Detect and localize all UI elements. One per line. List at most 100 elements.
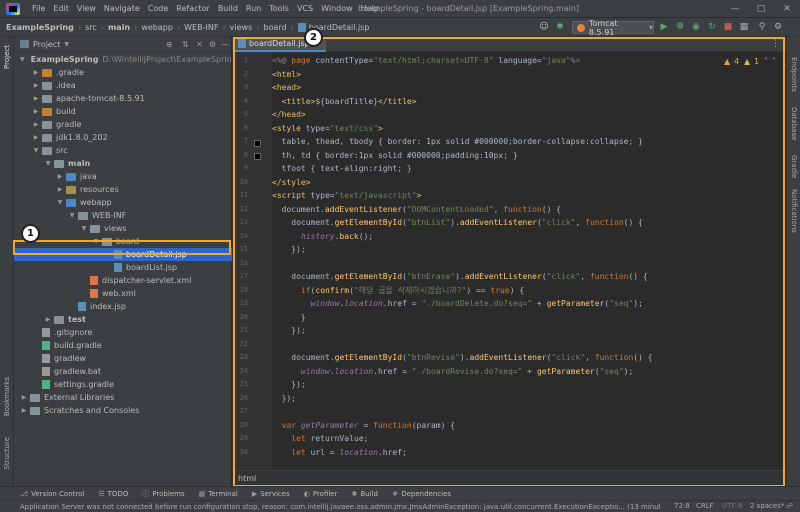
line-separator[interactable]: CRLF bbox=[696, 500, 714, 512]
breadcrumb-web-inf[interactable]: WEB-INF bbox=[184, 23, 218, 32]
chevron-down-icon[interactable]: ▼ bbox=[92, 238, 100, 245]
caret-position[interactable]: 72:8 bbox=[674, 500, 690, 512]
close-icon[interactable]: ✕ bbox=[774, 0, 800, 18]
tree-item[interactable]: index.jsp bbox=[14, 300, 232, 313]
profile-icon[interactable]: ↻ bbox=[706, 21, 718, 33]
tree-item[interactable]: gradlew.bat bbox=[14, 365, 232, 378]
project-structure-icon[interactable]: ▦ bbox=[738, 21, 750, 33]
code-line[interactable]: let url = location.href; bbox=[272, 446, 772, 459]
build-button[interactable]: ✱ Build bbox=[352, 490, 378, 498]
chevron-down-icon[interactable]: ▼ bbox=[80, 225, 88, 232]
project-tool-tab[interactable]: Project bbox=[3, 45, 11, 69]
chevron-right-icon[interactable]: ▶ bbox=[32, 134, 40, 141]
tree-item[interactable]: ▶ External Libraries bbox=[14, 391, 232, 404]
chevron-down-icon[interactable]: ▼ bbox=[32, 147, 40, 154]
chevron-down-icon[interactable]: ▼ bbox=[68, 212, 76, 219]
code-line[interactable]: th, td { border:1px solid #000000;paddin… bbox=[272, 149, 772, 162]
footer-crumb-html[interactable]: html bbox=[238, 474, 256, 483]
coverage-icon[interactable]: ◉ bbox=[690, 21, 702, 33]
problems-button[interactable]: ⓘ Problems bbox=[142, 489, 184, 499]
collapse-all-icon[interactable]: ✕ bbox=[196, 40, 203, 49]
tree-item[interactable]: ▶ gradle bbox=[14, 118, 232, 131]
menu-tools[interactable]: Tools bbox=[265, 4, 293, 13]
code-line[interactable]: window.location.href = "./boardRevise.do… bbox=[272, 365, 772, 378]
code-line[interactable]: <script type="text/javascript"> bbox=[272, 189, 772, 202]
code-line[interactable]: table, thead, tbody { border: 1px solid … bbox=[272, 135, 772, 148]
stop-icon[interactable]: ■ bbox=[722, 21, 734, 33]
menu-window[interactable]: Window bbox=[317, 4, 357, 13]
chevron-right-icon[interactable]: ▶ bbox=[56, 173, 64, 180]
run-icon[interactable]: ▶ bbox=[658, 21, 670, 33]
menu-vcs[interactable]: VCS bbox=[293, 4, 317, 13]
chevron-down-icon[interactable]: ▼ bbox=[20, 56, 25, 63]
tree-item[interactable]: settings.gradle bbox=[14, 378, 232, 391]
menu-build[interactable]: Build bbox=[214, 4, 242, 13]
code-line[interactable]: }); bbox=[272, 324, 772, 337]
tree-item[interactable]: ▶ java bbox=[14, 170, 232, 183]
tree-item[interactable]: ▼ src bbox=[14, 144, 232, 157]
user-icon[interactable]: ☺ bbox=[538, 21, 550, 33]
tree-item[interactable]: .gitignore bbox=[14, 326, 232, 339]
file-encoding[interactable]: UTF-8 bbox=[722, 500, 742, 512]
code-line[interactable]: if(confirm("해당 글을 삭제하시겠습니까?") == true) { bbox=[272, 284, 772, 297]
breadcrumb-views[interactable]: views bbox=[230, 23, 253, 32]
tree-item[interactable]: ▼ board bbox=[14, 235, 232, 248]
code-line[interactable]: }); bbox=[272, 392, 772, 405]
tree-item[interactable]: ▶ jdk1.8.0_202 bbox=[14, 131, 232, 144]
profiler-button[interactable]: ◐ Profiler bbox=[304, 490, 338, 498]
menu-navigate[interactable]: Navigate bbox=[100, 4, 144, 13]
gear-icon[interactable]: ⚙ bbox=[209, 40, 216, 49]
code-line[interactable]: <html> bbox=[272, 68, 772, 81]
services-button[interactable]: ▶ Services bbox=[252, 490, 290, 498]
code-line[interactable]: <title>${boardTitle}</title> bbox=[272, 95, 772, 108]
locate-icon[interactable]: ⊕ bbox=[166, 40, 173, 49]
database-tool-tab[interactable]: Database bbox=[790, 107, 798, 140]
chevron-up-icon[interactable]: ˄ bbox=[764, 57, 768, 66]
indent-setting[interactable]: 2 spaces* bbox=[750, 500, 784, 512]
lock-icon[interactable]: ☍ bbox=[786, 500, 793, 512]
breadcrumb-src[interactable]: src bbox=[85, 23, 97, 32]
chevron-right-icon[interactable]: ▶ bbox=[32, 121, 40, 128]
tree-item[interactable]: ▶ test bbox=[14, 313, 232, 326]
breadcrumb-board[interactable]: board bbox=[263, 23, 286, 32]
search-everywhere-icon[interactable]: ⚲ bbox=[756, 21, 768, 33]
expand-all-icon[interactable]: ⇅ bbox=[182, 40, 189, 49]
gradle-tool-tab[interactable]: Gradle bbox=[790, 155, 798, 178]
tree-item[interactable]: web.xml bbox=[14, 287, 232, 300]
tree-item[interactable]: ▼ ExampleSpring D:\WintelliJProject\Exampl… bbox=[14, 53, 237, 66]
notifications-tool-tab[interactable]: Notifications bbox=[790, 189, 798, 233]
breadcrumb-main[interactable]: main bbox=[108, 23, 130, 32]
chevron-right-icon[interactable]: ▶ bbox=[20, 407, 28, 414]
dependencies-button[interactable]: ❖ Dependencies bbox=[392, 490, 451, 498]
chevron-right-icon[interactable]: ▶ bbox=[32, 108, 40, 115]
hide-icon[interactable]: — bbox=[221, 40, 229, 49]
chevron-right-icon[interactable]: ▶ bbox=[32, 82, 40, 89]
run-configuration-select[interactable]: Tomcat 8.5.91 ▾ bbox=[572, 19, 654, 37]
chevron-right-icon[interactable]: ▶ bbox=[56, 186, 64, 193]
tree-item[interactable]: boardDetail.jsp bbox=[14, 248, 232, 261]
code-line[interactable]: document.getElementById("btnErase").addE… bbox=[272, 270, 772, 283]
chevron-down-icon[interactable]: ▼ bbox=[64, 41, 69, 48]
code-line[interactable]: </style> bbox=[272, 176, 772, 189]
chevron-down-icon[interactable]: ▼ bbox=[56, 199, 64, 206]
tree-item[interactable]: ▼ main bbox=[14, 157, 232, 170]
tree-item[interactable]: ▼ views bbox=[14, 222, 232, 235]
weak-warning-count[interactable]: 1 bbox=[754, 57, 759, 66]
code-line[interactable]: <style type="text/css"> bbox=[272, 122, 772, 135]
code-line[interactable]: }); bbox=[272, 243, 772, 256]
intellij-logo-icon[interactable] bbox=[6, 2, 20, 15]
status-message[interactable]: Application Server was not connected bef… bbox=[20, 503, 660, 511]
bookmarks-tool-tab[interactable]: Bookmarks bbox=[3, 377, 11, 416]
tree-item[interactable]: build.gradle bbox=[14, 339, 232, 352]
menu-refactor[interactable]: Refactor bbox=[172, 4, 214, 13]
chevron-right-icon[interactable]: ▶ bbox=[20, 394, 28, 401]
project-panel-title[interactable]: Project bbox=[33, 40, 60, 49]
tree-item[interactable]: ▼ webapp bbox=[14, 196, 232, 209]
code-line[interactable]: tfoot { text-align:right; } bbox=[272, 162, 772, 175]
chevron-right-icon[interactable]: ▶ bbox=[32, 69, 40, 76]
tree-item[interactable]: ▼ WEB-INF bbox=[14, 209, 232, 222]
tree-item[interactable]: ▶ Scratches and Consoles bbox=[14, 404, 232, 417]
tree-item[interactable]: ▶ apache-tomcat-8.5.91 bbox=[14, 92, 232, 105]
code-line[interactable]: <%@ page contentType="text/html;charset=… bbox=[272, 54, 772, 67]
tree-item[interactable]: gradlew bbox=[14, 352, 232, 365]
